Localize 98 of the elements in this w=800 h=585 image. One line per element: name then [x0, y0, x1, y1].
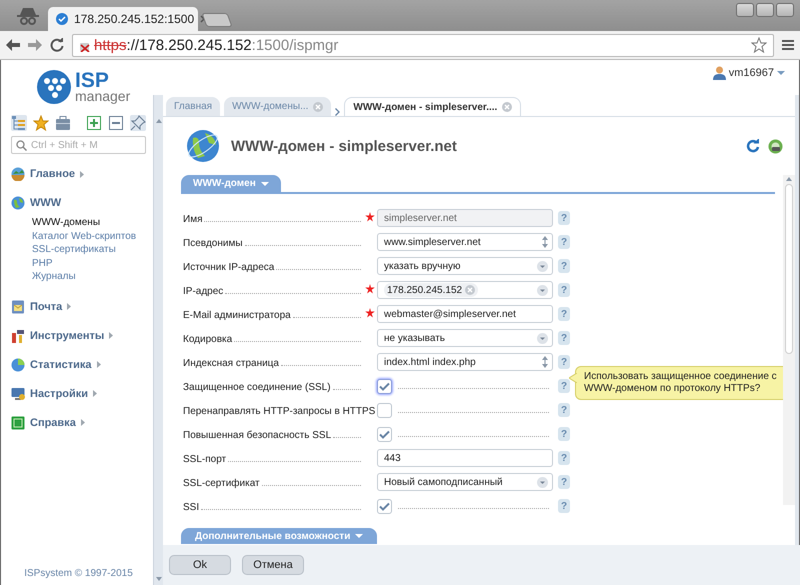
- new-tab-button[interactable]: [201, 13, 233, 27]
- expand-arrow-icon[interactable]: [67, 303, 72, 310]
- field-label: SSL-порт: [183, 454, 226, 465]
- menu-item[interactable]: Журналы: [32, 271, 146, 284]
- tools-icon[interactable]: [11, 328, 25, 342]
- dropdown[interactable]: Новый самоподписанный: [377, 473, 553, 491]
- field-label: Перенаправлять HTTP-запросы в HTTPS: [183, 406, 376, 417]
- tag[interactable]: 178.250.245.152: [384, 283, 478, 297]
- input-field[interactable]: index.html index.php: [377, 353, 553, 371]
- incognito-icon: [16, 6, 40, 26]
- menu-group[interactable]: Справка: [30, 416, 76, 428]
- tree-icon[interactable]: [11, 115, 27, 131]
- menu-group[interactable]: Главное: [30, 168, 76, 180]
- tab[interactable]: Главная: [166, 97, 220, 116]
- check-icon: [379, 502, 390, 510]
- logo-icon: [37, 70, 71, 104]
- check-icon: [379, 382, 390, 390]
- menu-item[interactable]: SSL-сертификаты: [32, 244, 146, 258]
- expand-arrow-icon[interactable]: [80, 170, 84, 178]
- expand-arrow-icon[interactable]: [93, 390, 98, 397]
- favicon-icon: [56, 13, 68, 25]
- field-label: IP-адрес: [183, 286, 224, 297]
- checkbox[interactable]: [377, 378, 392, 394]
- mail-icon[interactable]: [11, 300, 25, 314]
- dropdown[interactable]: указать вручную: [377, 257, 553, 275]
- spinner-icon: [542, 356, 548, 368]
- field-label: Повышенная безопасность SSL: [183, 430, 332, 441]
- reload-icon[interactable]: [50, 38, 64, 52]
- page-title: WWW-домен - simpleserver.net: [231, 138, 458, 154]
- user-name[interactable]: vm16967: [728, 67, 774, 79]
- input-field[interactable]: www.simpleserver.net: [377, 233, 553, 251]
- logo-text: ISP: [75, 71, 110, 90]
- field-label: Кодировка: [183, 334, 232, 345]
- checkbox[interactable]: [377, 426, 392, 442]
- expand-arrow-icon[interactable]: [80, 419, 85, 426]
- minimize-button[interactable]: [736, 3, 754, 17]
- spinner-icon: [542, 236, 548, 248]
- cancel-button[interactable]: Отмена: [242, 555, 304, 575]
- menu-item[interactable]: WWW-домены: [32, 217, 146, 230]
- scroll-up-icon[interactable]: [786, 177, 792, 181]
- menu-group[interactable]: Статистика: [30, 358, 92, 370]
- url-text: https://178.250.245.152:1500/ispmgr: [94, 36, 338, 54]
- tab[interactable]: WWW-домены...: [224, 97, 332, 116]
- input-field[interactable]: webmaster@simpleserver.net: [377, 305, 553, 323]
- field-label: Имя: [183, 214, 202, 225]
- menu-item[interactable]: Каталог Web-скриптов: [32, 230, 146, 244]
- field-label: Защищенное соединение (SSL): [183, 382, 331, 393]
- tooltip-text: Использовать защищенное соединение с WWW-доменом по протоколу HTTPs?: [584, 371, 777, 394]
- home-icon[interactable]: [11, 167, 25, 181]
- menu-group[interactable]: Почта: [30, 300, 62, 312]
- forward-icon[interactable]: [28, 39, 42, 51]
- ok-button[interactable]: Ok: [169, 555, 231, 575]
- field-label: Псевдонимы: [183, 238, 243, 249]
- star-icon[interactable]: [33, 115, 49, 131]
- back-icon[interactable]: [6, 39, 20, 51]
- menu-group[interactable]: Инструменты: [30, 330, 104, 342]
- dropdown[interactable]: не указывать: [377, 329, 553, 347]
- pie-chart-icon[interactable]: [11, 358, 25, 372]
- caret-icon[interactable]: [777, 70, 785, 76]
- maximize-button[interactable]: [756, 3, 774, 17]
- monitor-icon[interactable]: [11, 386, 25, 400]
- globe-icon[interactable]: [11, 196, 25, 210]
- field-label: Источник IP-адреса: [183, 262, 274, 273]
- caret-icon: [260, 182, 269, 186]
- menu-icon[interactable]: [782, 39, 794, 51]
- copyright-text: ISPsystem © 1997-2015: [23, 568, 134, 579]
- collapse-all-icon[interactable]: [108, 115, 124, 131]
- logo-subtitle: manager: [75, 90, 130, 103]
- check-icon: [379, 430, 390, 438]
- tab[interactable]: WWW-домен - simpleserver....: [344, 97, 522, 116]
- scroll-down-icon[interactable]: [156, 577, 162, 581]
- field-label: SSL-сертификат: [183, 478, 260, 489]
- input-field[interactable]: 443: [377, 449, 553, 467]
- expand-arrow-icon[interactable]: [109, 332, 114, 339]
- scroll-up-icon[interactable]: [156, 119, 162, 123]
- menu-group[interactable]: WWW: [30, 197, 62, 209]
- menu-item[interactable]: PHP: [32, 258, 146, 271]
- briefcase-icon[interactable]: [55, 115, 71, 131]
- address-bar[interactable]: https://178.250.245.152:1500/ispmgr: [72, 34, 774, 56]
- expand-arrow-icon[interactable]: [96, 361, 100, 368]
- field-label: SSI: [183, 502, 200, 513]
- close-button[interactable]: [776, 3, 794, 17]
- refresh-icon[interactable]: [746, 138, 760, 152]
- scrollbar[interactable]: [783, 175, 795, 505]
- expand-all-icon[interactable]: [86, 115, 102, 131]
- user-icon: [712, 66, 726, 80]
- field-label: E-Mail администратора: [183, 310, 291, 321]
- checkbox[interactable]: [377, 498, 392, 514]
- pin-icon[interactable]: [130, 115, 146, 131]
- dropdown[interactable]: 178.250.245.152: [377, 281, 553, 299]
- search-icon: [16, 140, 27, 151]
- globe-icon: [185, 128, 221, 164]
- star-icon[interactable]: [751, 37, 767, 53]
- menu-group[interactable]: Настройки: [30, 388, 88, 400]
- caret-icon: [355, 534, 364, 538]
- field-label: Индексная страница: [183, 358, 279, 369]
- checkbox[interactable]: [377, 402, 392, 418]
- search-field[interactable]: Ctrl + Shift + M: [11, 136, 146, 154]
